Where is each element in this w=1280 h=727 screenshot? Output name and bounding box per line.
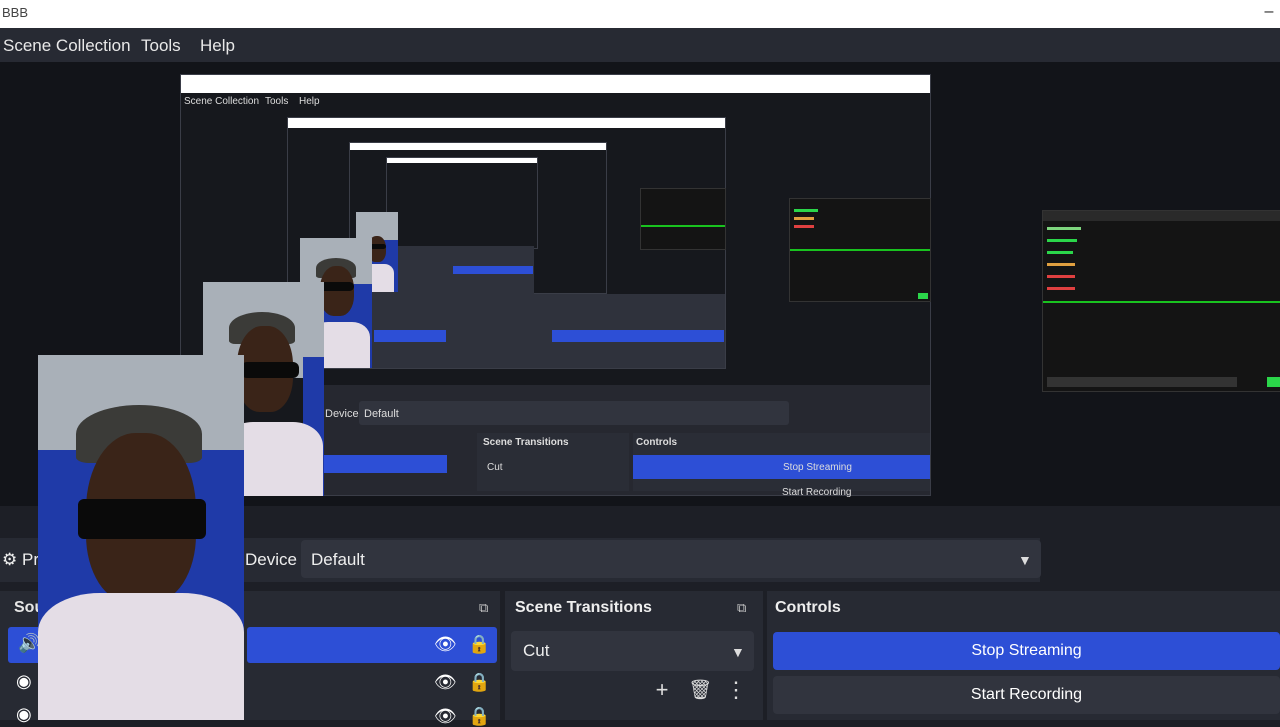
add-icon[interactable]: + xyxy=(648,677,676,703)
properties-label: Pr xyxy=(21,550,39,569)
display-source-icon: ◉ xyxy=(16,704,32,724)
nested-menu-help: Help xyxy=(299,96,320,107)
eye-icon[interactable]: 👁 xyxy=(434,672,457,693)
gear-icon: ⚙ xyxy=(2,550,18,569)
device-select[interactable] xyxy=(301,540,1041,578)
scene-transitions-title: Scene Transitions xyxy=(515,599,652,616)
transition-value: Cut xyxy=(523,641,550,660)
menu-tools[interactable]: Tools xyxy=(141,36,181,56)
menu-help[interactable]: Help xyxy=(200,36,235,56)
device-select-value: Default xyxy=(311,550,365,569)
stop-streaming-button[interactable]: Stop Streaming xyxy=(773,632,1280,670)
device-label: Device xyxy=(245,550,297,569)
nested-titlebar-3 xyxy=(350,143,606,150)
nested-window-4 xyxy=(386,157,538,249)
source-row-selected-right[interactable] xyxy=(247,627,497,663)
lock-icon[interactable]: 🔒 xyxy=(468,706,490,727)
nested-device-value: Default xyxy=(364,408,399,420)
nested-stop-small xyxy=(453,266,533,274)
undock-icon[interactable]: ⧉ xyxy=(737,600,746,616)
nested-titlebar xyxy=(181,75,930,93)
controls-title: Controls xyxy=(775,599,841,616)
window-titlebar xyxy=(0,0,1280,28)
trash-icon[interactable]: 🗑 xyxy=(686,678,714,702)
nested-menu-scene-collection: Scene Collection xyxy=(184,96,260,107)
nested-transitions-title: Scene Transitions xyxy=(483,437,569,448)
chat-window-large xyxy=(1042,210,1280,392)
nested-stop-label: Stop Streaming xyxy=(783,462,852,473)
menu-bar xyxy=(0,28,1280,62)
undock-icon[interactable]: ⧉ xyxy=(479,600,488,616)
chevron-down-icon: ▼ xyxy=(731,644,745,660)
nested-transition-value: Cut xyxy=(487,462,503,473)
menu-scene-collection[interactable]: Scene Collection xyxy=(3,36,131,56)
nested-titlebar-4 xyxy=(387,158,537,163)
more-icon[interactable]: ⋮ xyxy=(722,677,750,703)
lock-icon[interactable]: 🔒 xyxy=(468,634,490,655)
nested-source-row-medium xyxy=(374,330,446,342)
camera-source-icon: ◉ xyxy=(16,671,32,691)
nested-stop-large xyxy=(633,455,930,479)
nested-menu-tools: Tools xyxy=(265,96,289,107)
nested-start-label: Start Recording xyxy=(782,487,852,498)
chat-window-small xyxy=(789,198,931,302)
nested-device-select xyxy=(359,401,789,425)
start-recording-button[interactable]: Start Recording xyxy=(773,676,1280,714)
minimize-button[interactable]: – xyxy=(1258,0,1280,28)
nested-stop-medium xyxy=(552,330,724,342)
nested-device-label: Device xyxy=(325,408,359,420)
nested-source-row-large xyxy=(323,455,447,473)
webcam-capture-large xyxy=(38,355,244,720)
lock-icon[interactable]: 🔒 xyxy=(468,672,490,693)
chat-window-tiny xyxy=(640,188,726,250)
chevron-down-icon: ▼ xyxy=(1018,552,1032,568)
nested-titlebar-2 xyxy=(288,118,725,128)
window-title: BBB xyxy=(2,5,29,20)
properties-button[interactable]: ⚙ Pr xyxy=(2,550,39,570)
nested-controls-title: Controls xyxy=(636,437,678,448)
eye-icon[interactable]: 👁 xyxy=(434,706,457,727)
eye-icon[interactable]: 👁 xyxy=(434,634,457,655)
